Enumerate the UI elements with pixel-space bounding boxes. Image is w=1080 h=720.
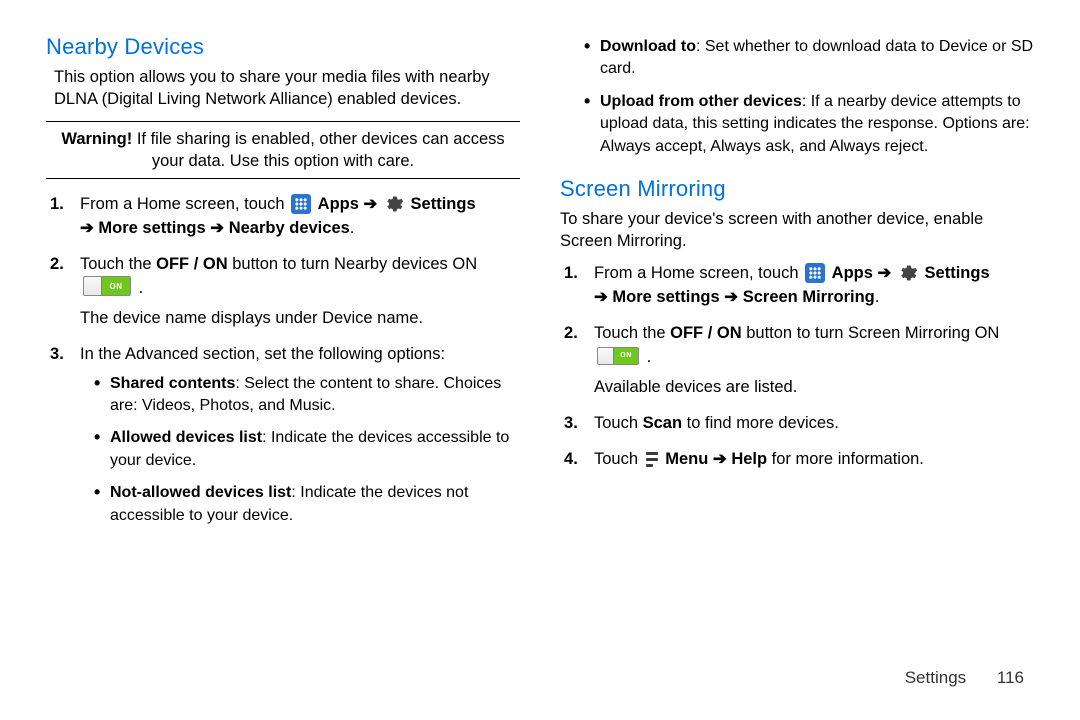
manual-page: Nearby Devices This option allows you to… — [0, 0, 1080, 720]
footer-section: Settings — [905, 668, 966, 687]
arrow-icon: ➔ — [80, 219, 98, 237]
nearby-steps: From a Home screen, touch Apps ➔ Setting… — [46, 193, 520, 527]
bullet-label: Shared contents — [110, 375, 235, 392]
nearby-intro: This option allows you to share your med… — [54, 66, 520, 111]
m4-help: Help — [731, 450, 767, 468]
mirror-step-1: From a Home screen, touch Apps ➔ Setting… — [564, 262, 1034, 310]
step1-settings: Settings — [411, 195, 476, 213]
mirror-step-3: Touch Scan to find more devices. — [564, 412, 1034, 436]
bullet-label: Allowed devices list — [110, 429, 262, 446]
step2-b: button to turn Nearby devices ON — [232, 255, 477, 273]
gear-icon — [898, 263, 918, 283]
on-label: ON — [613, 348, 638, 364]
m3-a: Touch — [594, 414, 643, 432]
arrow-icon: ➔ — [210, 219, 228, 237]
arrow-icon: ➔ — [713, 450, 731, 468]
m4-b: for more information. — [772, 450, 924, 468]
step1-nearby: Nearby devices — [229, 219, 350, 237]
step3-lead: In the Advanced section, set the followi… — [80, 345, 445, 363]
warning-box: Warning! If file sharing is enabled, oth… — [46, 121, 520, 180]
bullet-not-allowed-devices: Not-allowed devices list: Indicate the d… — [94, 482, 520, 527]
advanced-options-continued: Download to: Set whether to download dat… — [560, 36, 1034, 158]
m3-scan: Scan — [643, 414, 682, 432]
nearby-step-1: From a Home screen, touch Apps ➔ Setting… — [50, 193, 520, 241]
arrow-icon: ➔ — [594, 288, 612, 306]
m1-apps: Apps — [832, 264, 878, 282]
m2-offon: OFF / ON — [670, 324, 742, 342]
step2-a: Touch the — [80, 255, 156, 273]
m4-menu: Menu — [665, 450, 713, 468]
step1-period: . — [350, 219, 355, 237]
on-toggle-icon: ON — [83, 276, 131, 296]
footer-page-number: 116 — [997, 668, 1024, 687]
m2-period: . — [647, 348, 652, 366]
step2-offon: OFF / ON — [156, 255, 228, 273]
m1-more: More settings — [612, 288, 719, 306]
step2-sub: The device name displays under Device na… — [80, 307, 520, 331]
m1-settings: Settings — [925, 264, 990, 282]
section-title-nearby: Nearby Devices — [46, 34, 520, 60]
apps-icon — [291, 194, 311, 214]
step1-apps: Apps — [318, 195, 364, 213]
on-label: ON — [101, 277, 130, 295]
m2-a: Touch the — [594, 324, 670, 342]
on-toggle-icon: ON — [597, 347, 639, 365]
bullet-label: Upload from other devices — [600, 93, 802, 110]
m1-prefix: From a Home screen, touch — [594, 264, 803, 282]
mirror-step-2: Touch the OFF / ON button to turn Screen… — [564, 322, 1034, 400]
bullet-allowed-devices: Allowed devices list: Indicate the devic… — [94, 427, 520, 472]
m4-a: Touch — [594, 450, 643, 468]
m3-b: to find more devices. — [687, 414, 839, 432]
m1-mirroring: Screen Mirroring — [743, 288, 875, 306]
mirror-step-4: Touch Menu ➔ Help for more information. — [564, 448, 1034, 472]
bullet-upload-from: Upload from other devices: If a nearby d… — [584, 91, 1034, 158]
page-footer: Settings 116 — [905, 668, 1024, 688]
nearby-step-2: Touch the OFF / ON button to turn Nearby… — [50, 253, 520, 331]
apps-icon — [805, 263, 825, 283]
arrow-icon: ➔ — [724, 288, 742, 306]
m2-sub: Available devices are listed. — [594, 376, 1034, 400]
bullet-label: Not-allowed devices list — [110, 484, 291, 501]
advanced-options-list: Shared contents: Select the content to s… — [80, 373, 520, 527]
m2-b: button to turn Screen Mirroring ON — [746, 324, 999, 342]
right-column: Download to: Set whether to download dat… — [560, 30, 1034, 539]
two-column-layout: Nearby Devices This option allows you to… — [46, 30, 1034, 539]
warning-text: If file sharing is enabled, other device… — [132, 130, 504, 170]
nearby-step-3: In the Advanced section, set the followi… — [50, 343, 520, 527]
gear-icon — [384, 194, 404, 214]
warning-label: Warning! — [61, 130, 132, 148]
mirroring-steps: From a Home screen, touch Apps ➔ Setting… — [560, 262, 1034, 471]
arrow-icon: ➔ — [878, 264, 896, 282]
step2-period: . — [139, 279, 144, 297]
left-column: Nearby Devices This option allows you to… — [46, 30, 520, 539]
mirroring-intro: To share your device's screen with anoth… — [560, 208, 1034, 253]
bullet-download-to: Download to: Set whether to download dat… — [584, 36, 1034, 81]
m1-period: . — [875, 288, 880, 306]
arrow-icon: ➔ — [364, 195, 382, 213]
bullet-shared-contents: Shared contents: Select the content to s… — [94, 373, 520, 418]
step1-more: More settings — [98, 219, 205, 237]
section-title-mirroring: Screen Mirroring — [560, 176, 1034, 202]
step1-prefix: From a Home screen, touch — [80, 195, 289, 213]
menu-icon — [645, 450, 659, 468]
bullet-label: Download to — [600, 38, 696, 55]
